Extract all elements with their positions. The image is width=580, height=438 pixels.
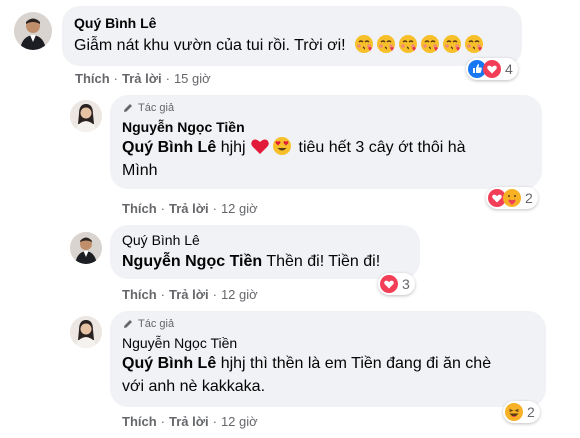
reaction-count: 3	[402, 276, 410, 292]
comment-author[interactable]: Nguyễn Ngọc Tiền	[122, 119, 530, 135]
separator: ·	[160, 201, 166, 216]
reaction-summary[interactable]: 2	[503, 401, 540, 423]
comment-bubble: Quý Bình Lê Giẫm nát khu vườn của tui rồ…	[62, 6, 522, 66]
timestamp[interactable]: 12 giờ	[221, 201, 258, 216]
comment-bubble: Quý Bình Lê Nguyễn Ngọc Tiền Thền đi! Ti…	[110, 225, 420, 279]
comment-author[interactable]: Nguyễn Ngọc Tiền	[122, 335, 534, 351]
like-link[interactable]: Thích	[122, 287, 157, 302]
reply-link[interactable]: Trả lời	[169, 201, 209, 216]
reaction-count: 2	[527, 404, 535, 420]
comment-text: Nguyễn Ngọc Tiền Thền đi! Tiền đi!	[122, 250, 408, 273]
author-badge: Tác giả	[122, 102, 530, 114]
kissing-emoji-icon	[443, 35, 462, 53]
separator: ·	[165, 71, 170, 86]
reaction-summary[interactable]: 4	[466, 58, 518, 80]
separator: ·	[160, 287, 166, 302]
comment-text-body: Mình	[122, 162, 158, 179]
timestamp[interactable]: 12 giờ	[221, 414, 258, 429]
mention-link[interactable]: Nguyễn Ngọc Tiền	[122, 253, 262, 270]
love-icon	[380, 275, 398, 293]
comment-text: Giẫm nát khu vườn của tui rồi. Trời ơi!	[74, 34, 510, 57]
like-link[interactable]: Thích	[75, 71, 110, 86]
comment-text-body: hjhj	[220, 139, 246, 156]
separator: ·	[113, 71, 119, 86]
separator: ·	[212, 414, 217, 429]
comment-text-body: với anh nè kakkaka.	[122, 378, 266, 395]
avatar-woman-icon	[70, 100, 102, 132]
avatar[interactable]	[70, 100, 102, 132]
reply-link[interactable]: Trả lời	[169, 414, 209, 429]
like-link[interactable]: Thích	[122, 201, 157, 216]
comment-text-body: tiêu hết 3 cây ớt thôi hà	[298, 139, 466, 156]
reply-link[interactable]: Trả lời	[122, 71, 162, 86]
pencil-icon	[124, 104, 132, 112]
comment-actions: Thích · Trả lời · 12 giờ	[122, 201, 258, 216]
like-link[interactable]: Thích	[122, 414, 157, 429]
separator: ·	[212, 201, 217, 216]
comment-text: Quý Bình Lê hjhj tiêu hết 3 cây ớt thôi …	[122, 136, 530, 182]
emoji-group	[354, 35, 486, 54]
kissing-emoji-icon	[355, 35, 374, 53]
kissing-emoji-icon	[421, 35, 440, 53]
kissing-emoji-icon	[465, 35, 484, 53]
comment-author[interactable]: Quý Bình Lê	[122, 232, 408, 248]
avatar-man-icon	[70, 232, 102, 264]
pencil-icon	[124, 320, 132, 328]
separator: ·	[212, 287, 217, 302]
comment-author[interactable]: Quý Bình Lê	[74, 15, 510, 31]
comment-actions: Thích · Trả lời · 15 giờ	[75, 71, 211, 86]
reaction-count: 4	[505, 61, 513, 77]
separator: ·	[160, 414, 166, 429]
comment-actions: Thích · Trả lời · 12 giờ	[122, 414, 258, 429]
author-badge-label: Tác giả	[138, 102, 175, 114]
comment-text-body: Giẫm nát khu vườn của tui rồi. Trời ơi!	[74, 37, 346, 54]
kissing-emoji-icon	[399, 35, 418, 53]
avatar[interactable]	[70, 316, 102, 348]
comment-text-body: Thền đi! Tiền đi!	[266, 253, 381, 270]
comment-bubble: Tác giả Nguyễn Ngọc Tiền Quý Bình Lê hjh…	[110, 311, 546, 407]
author-badge: Tác giả	[122, 318, 534, 330]
kissing-emoji-icon	[377, 35, 396, 53]
mention-link[interactable]: Quý Bình Lê	[122, 355, 216, 372]
author-badge-label: Tác giả	[138, 318, 175, 330]
reaction-summary[interactable]: 3	[378, 273, 415, 295]
timestamp[interactable]: 15 giờ	[174, 71, 211, 86]
avatar-man-icon	[14, 12, 52, 50]
care-icon	[503, 189, 521, 207]
reaction-count: 2	[525, 190, 533, 206]
avatar[interactable]	[14, 12, 52, 50]
heart-eyes-emoji-icon	[273, 137, 292, 155]
reply-link[interactable]: Trả lời	[169, 287, 209, 302]
love-icon	[483, 60, 501, 78]
comment-text-body: hjhj thì thền là em Tiền đang đi ăn chè	[220, 355, 492, 372]
red-heart-icon	[251, 139, 269, 154]
avatar-woman-icon	[70, 316, 102, 348]
comment-actions: Thích · Trả lời · 12 giờ	[122, 287, 258, 302]
reaction-summary[interactable]: 2	[486, 187, 538, 209]
haha-icon	[505, 403, 523, 421]
avatar[interactable]	[70, 232, 102, 264]
timestamp[interactable]: 12 giờ	[221, 287, 258, 302]
mention-link[interactable]: Quý Bình Lê	[122, 139, 216, 156]
comment-text: Quý Bình Lê hjhj thì thền là em Tiền đan…	[122, 352, 534, 398]
comment-bubble: Tác giả Nguyễn Ngọc Tiền Quý Bình Lê hjh…	[110, 95, 542, 189]
